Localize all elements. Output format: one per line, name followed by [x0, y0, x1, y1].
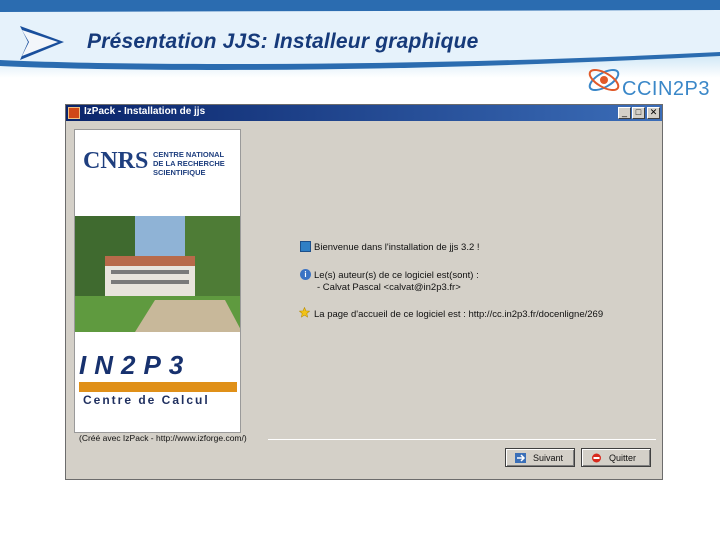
in2p3-orange-bar [79, 382, 237, 392]
campus-photo [75, 216, 240, 332]
info-icon: i [300, 269, 311, 280]
cnrs-logo-text: CNRS [83, 148, 148, 174]
cnrs-caption: CENTRE NATIONAL DE LA RECHERCHE SCIENTIF… [153, 150, 225, 177]
izpack-app-icon [68, 107, 80, 119]
separator [268, 439, 656, 440]
welcome-text: Bienvenue dans l'installation de jjs 3.2… [314, 242, 480, 253]
orbit-logo-icon [588, 68, 620, 92]
installer-window: IzPack - Installation de jjs _ □ ✕ CNRS … [65, 104, 663, 480]
close-button[interactable]: ✕ [647, 107, 660, 119]
izpack-credit: (Créé avec IzPack - http://www.izforge.c… [79, 433, 247, 443]
star-icon [299, 307, 310, 318]
in2p3-logo-text: IN2P3 [79, 350, 192, 380]
play-arrow-icon [20, 26, 64, 60]
window-title: IzPack - Installation de jjs [84, 106, 206, 117]
side-image-panel: CNRS CENTRE NATIONAL DE LA RECHERCHE SCI… [74, 129, 241, 433]
next-button[interactable]: Suivant [505, 448, 575, 467]
ccin2p3-logo: CCIN2P3 [584, 60, 714, 108]
quit-button[interactable]: Quitter [581, 448, 651, 467]
maximize-button[interactable]: □ [632, 107, 645, 119]
slide-title: Présentation JJS: Installeur graphique [87, 30, 479, 53]
authors-label: Le(s) auteur(s) de ce logiciel est(sont)… [314, 270, 479, 281]
window-titlebar[interactable]: IzPack - Installation de jjs _ □ ✕ [66, 105, 662, 121]
homepage-text: La page d'accueil de ce logiciel est : h… [314, 309, 604, 320]
minimize-button[interactable]: _ [618, 107, 631, 119]
author-name: - Calvat Pascal <calvat@in2p3.fr> [317, 282, 461, 293]
logo-text: CCIN2P3 [622, 78, 710, 100]
installer-icon [300, 241, 311, 252]
next-arrow-icon [515, 453, 526, 463]
centre-de-calcul-text: Centre de Calcul [83, 393, 210, 407]
quit-button-label: Quitter [609, 453, 637, 463]
stop-icon [592, 453, 601, 463]
next-button-label: Suivant [533, 453, 564, 463]
